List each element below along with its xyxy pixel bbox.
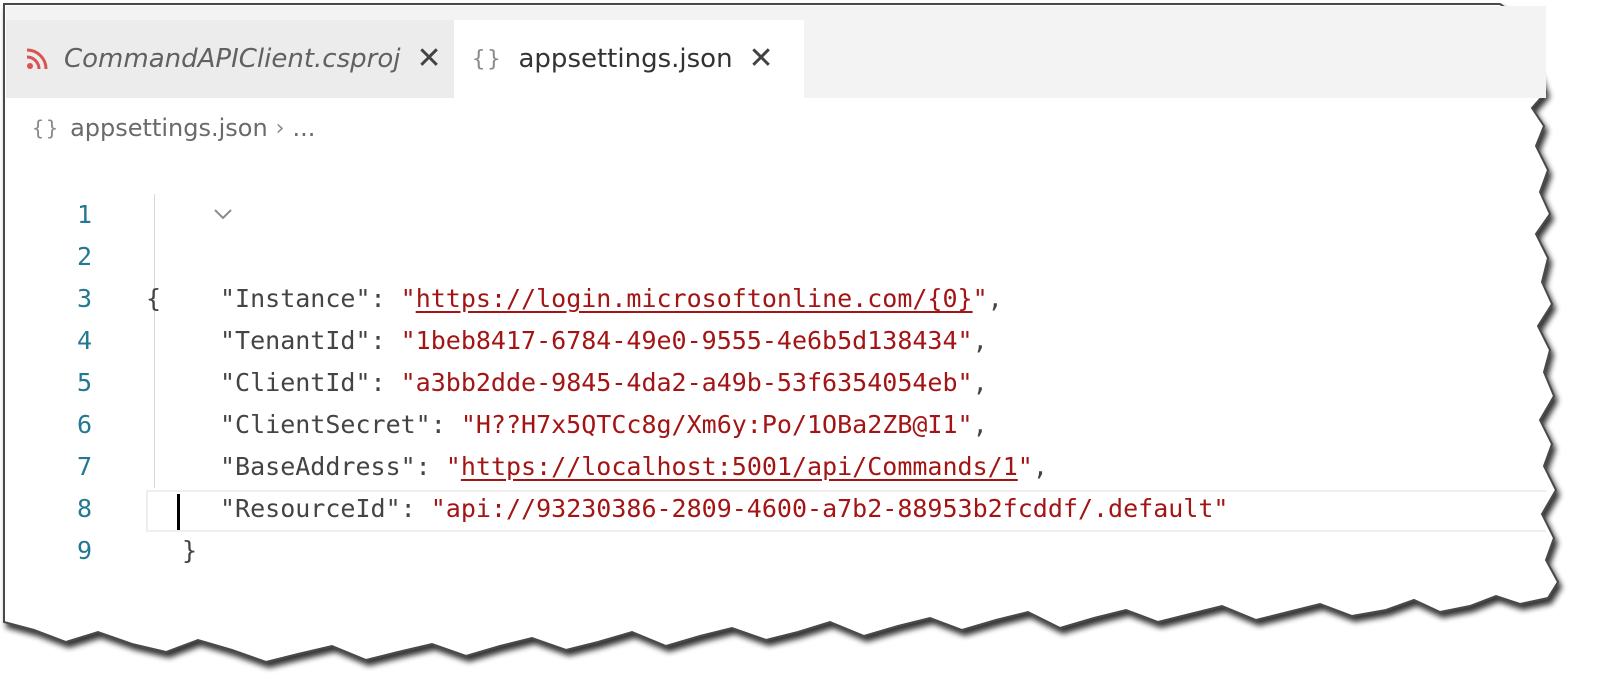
code-line: 2 "Instance": "https://login.microsofton…: [6, 194, 1546, 313]
code-text: }: [182, 530, 197, 572]
close-icon[interactable]: ✕: [416, 44, 441, 74]
tab-commandapiclient-csproj[interactable]: CommandAPIClient.csproj ✕: [6, 20, 454, 98]
tab-appsettings-json[interactable]: {} appsettings.json ✕: [454, 20, 804, 98]
code-line: 6 "BaseAddress": "https://localhost:5001…: [6, 362, 1546, 481]
code-line: 7 "ResourceId": "api://93230386-2809-460…: [6, 404, 1546, 523]
close-icon[interactable]: ✕: [749, 44, 774, 74]
tab-label: CommandAPIClient.csproj: [64, 44, 401, 74]
code-line: 1 {: [6, 152, 1546, 313]
brace-close: }: [182, 536, 198, 565]
tab-bar: CommandAPIClient.csproj ✕ {} appsettings…: [6, 6, 1546, 98]
breadcrumb: {} appsettings.json › ...: [32, 110, 315, 146]
code-line: 9: [6, 488, 1546, 565]
braces-icon: {}: [472, 46, 503, 72]
breadcrumb-more[interactable]: ...: [292, 114, 315, 142]
code-editor: CommandAPIClient.csproj ✕ {} appsettings…: [6, 6, 1546, 606]
rss-icon: [24, 46, 50, 72]
line-number: 9: [76, 536, 92, 565]
code-line: 5 "ClientSecret": "H??H7x5QTCc8g/Xm6y:Po…: [6, 320, 1546, 439]
tab-label: appsettings.json: [518, 44, 733, 74]
text-cursor: [177, 494, 180, 530]
breadcrumb-file[interactable]: appsettings.json: [70, 114, 268, 142]
code-line: 8 }: [6, 446, 1546, 565]
braces-icon: {}: [32, 116, 61, 140]
code-line: 4 "ClientId": "a3bb2dde-9845-4da2-a49b-5…: [6, 278, 1546, 397]
code-line: 3 "TenantId": "1beb8417-6784-49e0-9555-4…: [6, 236, 1546, 355]
chevron-right-icon: ›: [275, 115, 285, 141]
